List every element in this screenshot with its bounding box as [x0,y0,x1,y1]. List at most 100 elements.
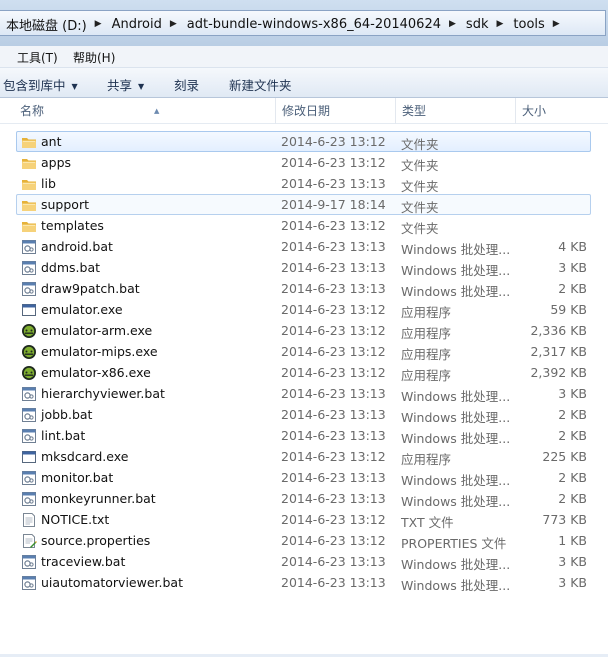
file-name: android.bat [41,239,113,254]
file-type: 应用程序 [401,452,452,467]
file-row[interactable]: lib 2014-6-23 13:13 文件夹 [16,173,591,194]
include-in-library-button[interactable]: 包含到库中 ▼ [3,75,78,94]
chevron-right-icon[interactable]: ▶ [549,19,566,29]
breadcrumb: 本地磁盘 (D:) ▶ Android ▶ adt-bundle-windows… [2,15,566,34]
file-name: traceview.bat [41,554,126,569]
new-folder-button[interactable]: 新建文件夹 [229,75,292,94]
file-type: Windows 批处理... [401,557,511,572]
file-row[interactable]: uiautomatorviewer.bat 2014-6-23 13:13 Wind… [16,572,591,593]
dropdown-arrow-icon: ▼ [71,82,78,91]
file-row[interactable]: templates 2014-6-23 13:12 文件夹 [16,215,591,236]
file-type: 文件夹 [401,221,439,236]
file-name: jobb.bat [41,407,93,422]
file-name: NOTICE.txt [41,512,110,527]
file-name: support [41,197,89,212]
batch-file-icon [21,407,37,423]
column-type[interactable]: 类型 [396,98,516,124]
file-modified-date: 2014-6-23 13:13 [281,386,386,401]
file-row[interactable]: hierarchyviewer.bat 2014-6-23 13:13 Window… [16,383,591,404]
breadcrumb-android[interactable]: Android [108,17,166,32]
share-button[interactable]: 共享 ▼ [107,75,144,94]
text-file-icon [21,512,37,528]
file-row[interactable]: traceview.bat 2014-6-23 13:13 Windows 批处理.… [16,551,591,572]
file-modified-date: 2014-6-23 13:13 [281,407,386,422]
file-type: Windows 批处理... [401,389,511,404]
breadcrumb-adt-bundle[interactable]: adt-bundle-windows-x86_64-20140624 [183,17,445,32]
file-type: 应用程序 [401,347,452,362]
file-modified-date: 2014-6-23 13:12 [281,218,386,233]
breadcrumb-sdk[interactable]: sdk [462,17,493,32]
file-modified-date: 2014-6-23 13:13 [281,491,386,506]
file-name: monitor.bat [41,470,114,485]
file-modified-date: 2014-6-23 13:12 [281,323,386,338]
column-name[interactable]: 名称 ▲ [14,98,276,124]
file-row[interactable]: emulator-arm.exe 2014-6-23 13:12 应用程序 2,336… [16,320,591,341]
file-name: emulator-arm.exe [41,323,153,338]
sort-ascending-icon: ▲ [154,107,160,115]
chevron-right-icon[interactable]: ▶ [91,19,108,29]
breadcrumb-tools[interactable]: tools [509,17,548,32]
file-row[interactable]: mksdcard.exe 2014-6-23 13:12 应用程序 225 KB [16,446,591,467]
chevron-right-icon[interactable]: ▶ [492,19,509,29]
file-row[interactable]: apps 2014-6-23 13:12 文件夹 [16,152,591,173]
file-type: Windows 批处理... [401,578,511,593]
exe-window-icon [21,449,37,465]
file-modified-date: 2014-6-23 13:13 [281,281,386,296]
emulator-app-icon [21,344,37,360]
file-row[interactable]: ddms.bat 2014-6-23 13:13 Windows 批处理... 3 K… [16,257,591,278]
file-row[interactable]: support 2014-9-17 18:14 文件夹 [16,194,591,215]
file-size: 2,317 KB [530,344,587,359]
chevron-right-icon[interactable]: ▶ [445,19,462,29]
batch-file-icon [21,491,37,507]
file-row[interactable]: jobb.bat 2014-6-23 13:13 Windows 批处理... 2 K… [16,404,591,425]
column-date[interactable]: 修改日期 [276,98,396,124]
file-size: 59 KB [550,302,587,317]
file-name: source.properties [41,533,151,548]
batch-file-icon [21,281,37,297]
file-name: draw9patch.bat [41,281,140,296]
address-bar-region: 本地磁盘 (D:) ▶ Android ▶ adt-bundle-windows… [0,0,608,46]
folder-icon [21,134,37,150]
file-type: 文件夹 [401,200,439,215]
properties-file-icon [21,533,37,549]
file-size: 773 KB [542,512,587,527]
file-row[interactable]: lint.bat 2014-6-23 13:13 Windows 批处理... 2 K… [16,425,591,446]
menu-help[interactable]: 帮助(H) [73,49,115,66]
file-row[interactable]: source.properties 2014-6-23 13:12 PROPERTI… [16,530,591,551]
batch-file-icon [21,260,37,276]
include-in-library-label: 包含到库中 [3,78,66,93]
folder-icon [21,197,37,213]
file-name: ant [41,134,62,149]
file-row[interactable]: android.bat 2014-6-23 13:13 Windows 批处理...… [16,236,591,257]
column-name-label: 名称 [20,104,45,118]
file-row[interactable]: monitor.bat 2014-6-23 13:13 Windows 批处理...… [16,467,591,488]
file-modified-date: 2014-9-17 18:14 [281,197,386,212]
file-size: 1 KB [558,533,587,548]
file-row[interactable]: ant 2014-6-23 13:12 文件夹 [16,131,591,152]
column-size[interactable]: 大小 [516,98,608,124]
file-type: Windows 批处理... [401,263,511,278]
file-modified-date: 2014-6-23 13:12 [281,344,386,359]
chevron-right-icon[interactable]: ▶ [166,19,183,29]
file-row[interactable]: draw9patch.bat 2014-6-23 13:13 Windows 批处理… [16,278,591,299]
file-row[interactable]: emulator-x86.exe 2014-6-23 13:12 应用程序 2,392… [16,362,591,383]
address-bar[interactable]: 本地磁盘 (D:) ▶ Android ▶ adt-bundle-windows… [0,10,606,36]
emulator-app-icon [21,323,37,339]
file-name: lint.bat [41,428,86,443]
file-row[interactable]: emulator-mips.exe 2014-6-23 13:12 应用程序 2,31… [16,341,591,362]
file-row[interactable]: NOTICE.txt 2014-6-23 13:12 TXT 文件 773 KB [16,509,591,530]
menu-tools[interactable]: 工具(T) [17,49,58,66]
batch-file-icon [21,554,37,570]
file-type: Windows 批处理... [401,473,511,488]
file-size: 3 KB [558,386,587,401]
column-header: 名称 ▲ 修改日期 类型 大小 [0,98,608,124]
file-type: 应用程序 [401,326,452,341]
file-modified-date: 2014-6-23 13:13 [281,239,386,254]
file-row[interactable]: emulator.exe 2014-6-23 13:12 应用程序 59 KB [16,299,591,320]
breadcrumb-drive[interactable]: 本地磁盘 (D:) [2,15,91,34]
batch-file-icon [21,575,37,591]
file-modified-date: 2014-6-23 13:12 [281,134,386,149]
file-name: emulator.exe [41,302,123,317]
file-row[interactable]: monkeyrunner.bat 2014-6-23 13:13 Windows 批… [16,488,591,509]
burn-button[interactable]: 刻录 [174,75,199,94]
